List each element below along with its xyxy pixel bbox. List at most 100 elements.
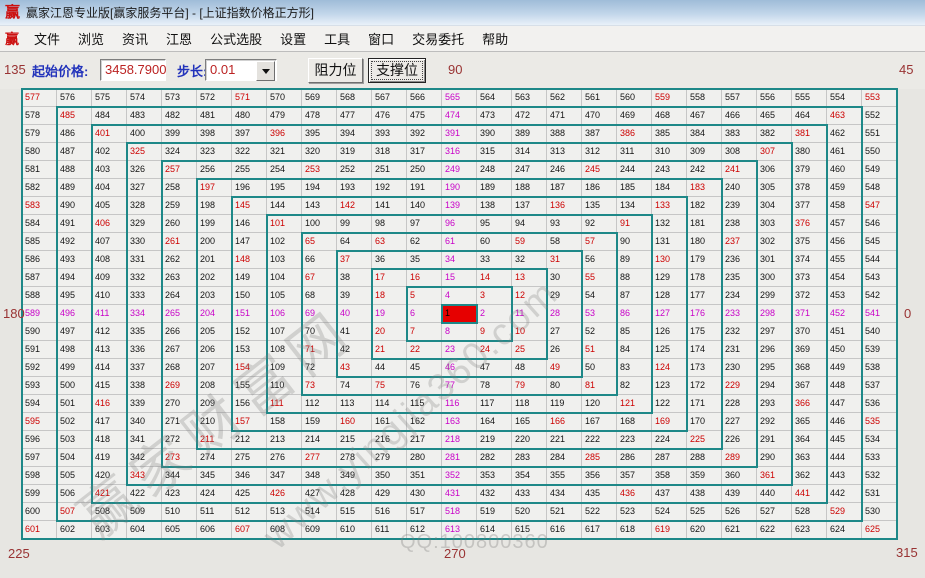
grid-cell[interactable]: 339 (127, 395, 162, 413)
grid-cell[interactable]: 363 (792, 449, 827, 467)
grid-cell[interactable]: 31 (547, 251, 582, 269)
grid-cell[interactable]: 342 (127, 449, 162, 467)
grid-cell[interactable]: 520 (512, 503, 547, 521)
grid-cell[interactable]: 197 (197, 179, 232, 197)
grid-cell[interactable]: 150 (232, 287, 267, 305)
grid-cell[interactable]: 49 (547, 359, 582, 377)
grid-cell[interactable]: 429 (372, 485, 407, 503)
grid-cell[interactable]: 375 (792, 233, 827, 251)
grid-cell[interactable]: 586 (22, 251, 57, 269)
grid-cell[interactable]: 176 (687, 305, 722, 323)
grid-cell[interactable]: 448 (827, 377, 862, 395)
grid-cell[interactable]: 172 (687, 377, 722, 395)
grid-cell[interactable]: 354 (512, 467, 547, 485)
menu-item[interactable]: 窗口 (359, 29, 403, 48)
grid-cell[interactable]: 142 (337, 197, 372, 215)
grid-cell[interactable]: 48 (512, 359, 547, 377)
grid-cell[interactable]: 552 (862, 107, 897, 125)
grid-cell[interactable]: 398 (197, 125, 232, 143)
grid-cell[interactable]: 148 (232, 251, 267, 269)
grid-cell[interactable]: 474 (442, 107, 477, 125)
grid-cell[interactable]: 299 (757, 287, 792, 305)
grid-cell[interactable]: 290 (757, 449, 792, 467)
grid-cell[interactable]: 515 (337, 503, 372, 521)
grid-cell[interactable]: 173 (687, 359, 722, 377)
grid-cell[interactable]: 473 (477, 107, 512, 125)
grid-cell[interactable]: 527 (757, 503, 792, 521)
grid-cell[interactable]: 307 (757, 143, 792, 161)
grid-cell[interactable]: 12 (512, 287, 547, 305)
grid-cell[interactable]: 496 (57, 305, 92, 323)
grid-cell[interactable]: 78 (477, 377, 512, 395)
grid-cell[interactable]: 413 (92, 341, 127, 359)
grid-cell[interactable]: 103 (267, 251, 302, 269)
grid-cell[interactable]: 530 (862, 503, 897, 521)
grid-cell[interactable]: 277 (302, 449, 337, 467)
grid-cell[interactable]: 302 (757, 233, 792, 251)
grid-cell[interactable]: 177 (687, 287, 722, 305)
grid-cell[interactable]: 88 (617, 269, 652, 287)
grid-cell[interactable]: 87 (617, 287, 652, 305)
grid-cell[interactable]: 541 (862, 305, 897, 323)
grid-cell[interactable]: 462 (827, 125, 862, 143)
grid-cell[interactable]: 25 (512, 341, 547, 359)
grid-cell[interactable]: 461 (827, 143, 862, 161)
grid-cell[interactable]: 229 (722, 377, 757, 395)
grid-cell[interactable]: 230 (722, 359, 757, 377)
grid-cell[interactable]: 210 (197, 413, 232, 431)
grid-cell[interactable]: 293 (757, 395, 792, 413)
grid-cell[interactable]: 281 (442, 449, 477, 467)
grid-cell[interactable]: 51 (582, 341, 617, 359)
grid-cell[interactable]: 394 (337, 125, 372, 143)
start-price-input[interactable]: 3458.7900 (100, 59, 166, 81)
grid-cell[interactable]: 529 (827, 503, 862, 521)
grid-cell[interactable]: 242 (687, 161, 722, 179)
grid-cell[interactable]: 390 (477, 125, 512, 143)
grid-cell[interactable]: 114 (372, 395, 407, 413)
grid-cell[interactable]: 271 (162, 413, 197, 431)
grid-cell[interactable]: 548 (862, 179, 897, 197)
grid-cell[interactable]: 192 (372, 179, 407, 197)
grid-cell[interactable]: 169 (652, 413, 687, 431)
grid-cell[interactable]: 408 (92, 251, 127, 269)
grid-cell[interactable]: 261 (162, 233, 197, 251)
grid-cell[interactable]: 579 (22, 125, 57, 143)
grid-cell[interactable]: 202 (197, 269, 232, 287)
grid-cell[interactable]: 296 (757, 341, 792, 359)
grid-cell[interactable]: 20 (372, 323, 407, 341)
grid-cell[interactable]: 207 (197, 359, 232, 377)
grid-cell[interactable]: 389 (512, 125, 547, 143)
grid-cell[interactable]: 592 (22, 359, 57, 377)
grid-cell[interactable]: 357 (617, 467, 652, 485)
grid-cell[interactable]: 145 (232, 197, 267, 215)
grid-cell[interactable]: 525 (687, 503, 722, 521)
grid-cell[interactable]: 226 (722, 431, 757, 449)
grid-cell[interactable]: 483 (127, 107, 162, 125)
grid-cell[interactable]: 144 (267, 197, 302, 215)
grid-cell[interactable]: 460 (827, 161, 862, 179)
grid-cell[interactable]: 196 (232, 179, 267, 197)
grid-cell[interactable]: 89 (617, 251, 652, 269)
grid-cell[interactable]: 446 (827, 413, 862, 431)
grid-cell[interactable]: 205 (197, 323, 232, 341)
grid-cell[interactable]: 119 (547, 395, 582, 413)
grid-cell[interactable]: 129 (652, 269, 687, 287)
grid-cell[interactable]: 73 (302, 377, 337, 395)
grid-cell[interactable]: 37 (337, 251, 372, 269)
grid-cell[interactable]: 259 (162, 197, 197, 215)
menu-item[interactable]: 设置 (271, 29, 315, 48)
grid-cell[interactable]: 373 (792, 269, 827, 287)
grid-cell-center[interactable]: 1 (442, 305, 477, 323)
grid-cell[interactable]: 543 (862, 269, 897, 287)
grid-cell[interactable]: 511 (197, 503, 232, 521)
grid-cell[interactable]: 71 (302, 341, 337, 359)
grid-cell[interactable]: 217 (407, 431, 442, 449)
grid-cell[interactable]: 524 (652, 503, 687, 521)
grid-cell[interactable]: 613 (442, 521, 477, 539)
grid-cell[interactable]: 585 (22, 233, 57, 251)
grid-cell[interactable]: 559 (652, 89, 687, 107)
grid-cell[interactable]: 313 (547, 143, 582, 161)
grid-cell[interactable]: 98 (372, 215, 407, 233)
grid-cell[interactable]: 490 (57, 197, 92, 215)
grid-cell[interactable]: 77 (442, 377, 477, 395)
